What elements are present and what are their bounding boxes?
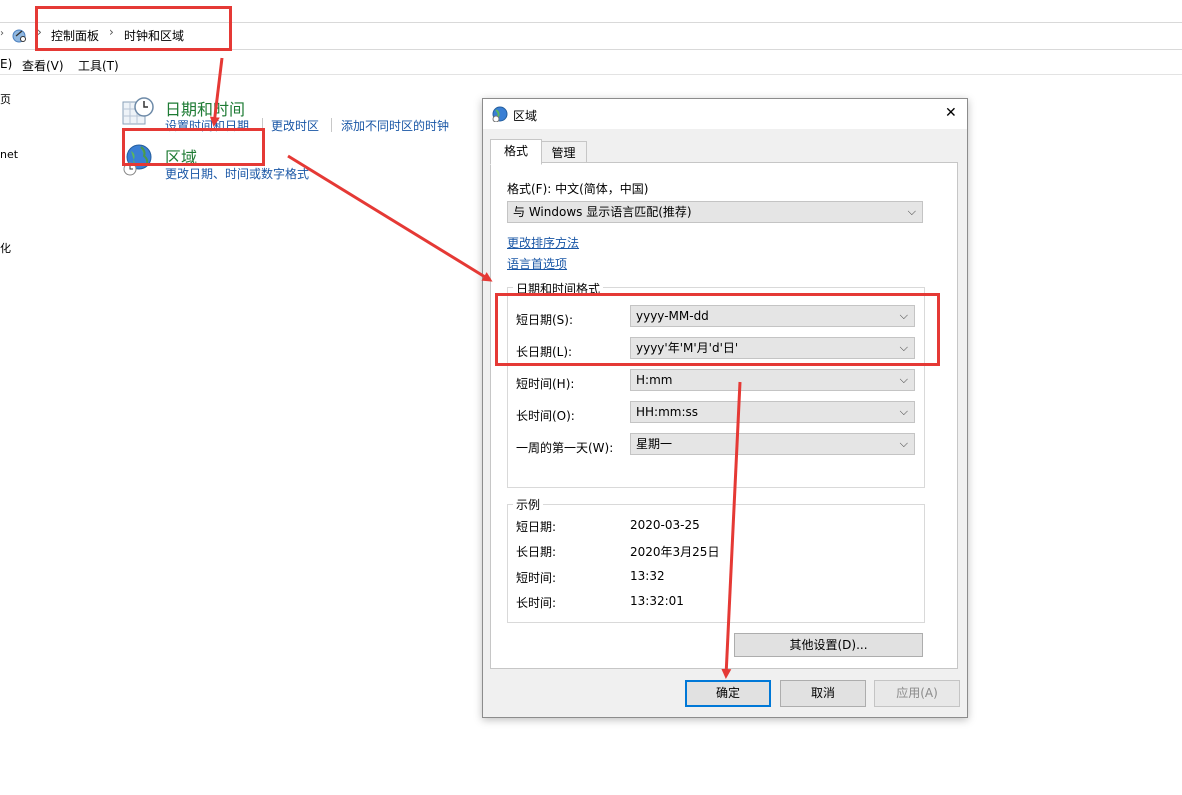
tab-formats[interactable]: 格式 xyxy=(490,139,542,165)
annotation-arrows xyxy=(209,57,742,679)
annotation-arrow xyxy=(209,57,224,127)
annotation-arrow xyxy=(287,154,493,282)
annotation-arrow xyxy=(721,381,742,679)
